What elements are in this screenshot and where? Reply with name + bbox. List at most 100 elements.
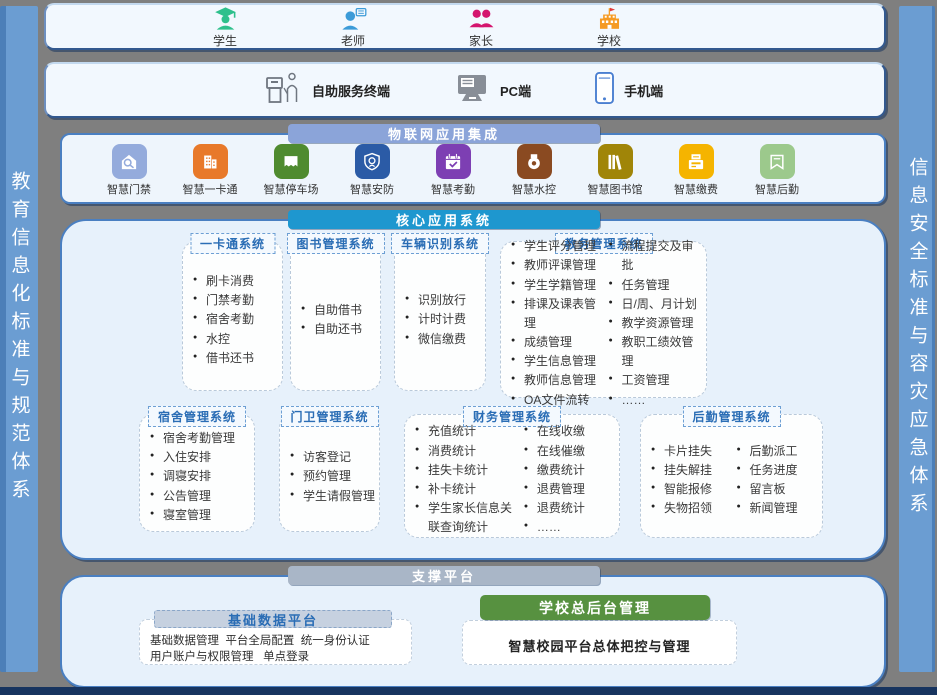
list-item: …… bbox=[524, 518, 615, 537]
system-gate-items: 访客登记预约管理学生请假管理 bbox=[290, 448, 375, 506]
list-item: 教师信息管理 bbox=[511, 371, 605, 390]
kiosk-icon bbox=[264, 70, 304, 111]
support-container: 基础数据平台 基础数据管理 平台全局配置 统一身份认证 用户账户与权限管理 单点… bbox=[60, 575, 886, 688]
system-logistics-title: 后勤管理系统 bbox=[682, 406, 780, 427]
system-library: 图书管理系统 自助借书自助还书 bbox=[290, 241, 381, 391]
user-student-label: 学生 bbox=[213, 32, 237, 49]
student-icon bbox=[212, 5, 239, 32]
iot-water-label: 智慧水控 bbox=[512, 181, 556, 197]
parents-icon bbox=[468, 5, 495, 32]
school-admin-title: 学校总后台管理 bbox=[480, 595, 710, 620]
system-gate: 门卫管理系统 访客登记预约管理学生请假管理 bbox=[279, 414, 380, 532]
list-item: 排课及课表管理 bbox=[511, 295, 605, 333]
base-platform-line-2: 用户账户与权限管理 单点登录 bbox=[150, 650, 411, 666]
list-item: 教学资源管理 bbox=[609, 314, 703, 333]
school-admin-box: 智慧校园平台总体把控与管理 bbox=[462, 620, 737, 665]
list-item: 成绩管理 bbox=[511, 333, 605, 352]
list-item: 充值统计 bbox=[415, 422, 520, 441]
list-item: 消费统计 bbox=[415, 442, 520, 461]
list-item: 教师评课管理 bbox=[511, 256, 605, 275]
water-icon bbox=[517, 144, 552, 179]
list-item: 新闻管理 bbox=[737, 499, 819, 518]
list-item: 寝室管理 bbox=[150, 506, 250, 525]
iot-security-label: 智慧安防 bbox=[350, 181, 394, 197]
system-academic-items-col2: 流程提交及审批任务管理日/周、月计划教学资源管理教职工绩效管理工资管理…… bbox=[609, 237, 703, 410]
list-item: 借书还书 bbox=[193, 349, 278, 368]
core-banner-label: 核心应用系统 bbox=[396, 210, 492, 229]
list-item: 挂失卡统计 bbox=[415, 461, 520, 480]
core-container: 一卡通系统 刷卡消费门禁考勤宿舍考勤水控借书还书 图书管理系统 自助借书自助还书… bbox=[60, 219, 886, 560]
left-standard-bar: 教育信息化标准与规范体系 bbox=[0, 6, 38, 672]
iot-payment: 智慧缴费 bbox=[659, 144, 733, 197]
iot-parking-label: 智慧停车场 bbox=[264, 181, 319, 197]
list-item: 学生家长信息关联查询统计 bbox=[415, 499, 520, 537]
list-item: 自助借书 bbox=[301, 301, 376, 320]
list-item: 在线收缴 bbox=[524, 422, 615, 441]
terminal-mobile-label: 手机端 bbox=[624, 81, 663, 100]
teacher-icon bbox=[340, 5, 367, 32]
iot-payment-label: 智慧缴费 bbox=[674, 181, 718, 197]
list-item: 挂失解挂 bbox=[651, 461, 733, 480]
user-roles-row: 学生 老师 家长 学校 bbox=[44, 3, 886, 50]
system-dorm: 宿舍管理系统 宿舍考勤管理入住安排调寝安排公告管理寝室管理 bbox=[139, 414, 255, 532]
bottom-bar bbox=[0, 687, 937, 695]
smart-campus-architecture-diagram: 教育信息化标准与规范体系 信息安全标准与容灾应急体系 学生 老师 家长 bbox=[0, 0, 937, 695]
system-library-title: 图书管理系统 bbox=[286, 233, 384, 254]
user-student: 学生 bbox=[196, 5, 254, 49]
iot-one-card: 智慧一卡通 bbox=[173, 144, 247, 197]
system-one-card-items: 刷卡消费门禁考勤宿舍考勤水控借书还书 bbox=[193, 272, 278, 368]
system-library-items: 自助借书自助还书 bbox=[301, 301, 376, 339]
list-item: 自助还书 bbox=[301, 320, 376, 339]
list-item: 识别放行 bbox=[405, 291, 481, 310]
iot-container: 智慧门禁 智慧一卡通 智慧停车场 智慧安防 智慧考勤 bbox=[60, 133, 886, 204]
phone-icon bbox=[593, 71, 616, 110]
attendance-icon bbox=[436, 144, 471, 179]
terminals-row: 自助服务终端 PC端 手机端 bbox=[44, 62, 886, 118]
system-one-card-title: 一卡通系统 bbox=[190, 233, 275, 254]
support-banner: 支撑平台 bbox=[288, 566, 600, 585]
payment-icon bbox=[679, 144, 714, 179]
system-academic: 教务管理系统 学生评分管理教师评课管理学生学籍管理排课及课表管理成绩管理学生信息… bbox=[500, 241, 707, 398]
iot-library-label: 智慧图书馆 bbox=[588, 181, 643, 197]
iot-parking: 智慧停车场 bbox=[254, 144, 328, 197]
terminal-mobile: 手机端 bbox=[593, 71, 663, 110]
iot-library: 智慧图书馆 bbox=[578, 144, 652, 197]
list-item: 学生评分管理 bbox=[511, 237, 605, 256]
list-item: 入住安排 bbox=[150, 448, 250, 467]
terminal-pc: PC端 bbox=[452, 71, 531, 110]
list-item: 计时计费 bbox=[405, 310, 481, 329]
user-school-label: 学校 bbox=[597, 32, 621, 49]
iot-logistics-label: 智慧后勤 bbox=[755, 181, 799, 197]
list-item: 宿舍考勤 bbox=[193, 310, 278, 329]
iot-attendance-label: 智慧考勤 bbox=[431, 181, 475, 197]
system-dorm-title: 宿舍管理系统 bbox=[148, 406, 246, 427]
terminal-kiosk: 自助服务终端 bbox=[264, 70, 390, 111]
list-item: 流程提交及审批 bbox=[609, 237, 703, 275]
list-item: 任务进度 bbox=[737, 461, 819, 480]
system-vehicle: 车辆识别系统 识别放行计时计费微信缴费 bbox=[394, 241, 486, 391]
list-item: 学生请假管理 bbox=[290, 487, 375, 506]
library-icon bbox=[598, 144, 633, 179]
iot-security: 智慧安防 bbox=[335, 144, 409, 197]
system-academic-items-col1: 学生评分管理教师评课管理学生学籍管理排课及课表管理成绩管理学生信息管理教师信息管… bbox=[511, 237, 605, 410]
list-item: 公告管理 bbox=[150, 487, 250, 506]
iot-banner-label: 物联网应用集成 bbox=[388, 124, 500, 143]
iot-attendance: 智慧考勤 bbox=[416, 144, 490, 197]
left-standard-label: 教育信息化标准与规范体系 bbox=[6, 171, 33, 507]
list-item: 教职工绩效管理 bbox=[609, 333, 703, 371]
base-data-platform-title: 基础数据平台 bbox=[154, 610, 392, 628]
list-item: 失物招领 bbox=[651, 499, 733, 518]
system-finance: 财务管理系统 充值统计消费统计挂失卡统计补卡统计学生家长信息关联查询统计 在线收… bbox=[404, 414, 620, 538]
list-item: 后勤派工 bbox=[737, 442, 819, 461]
terminal-pc-label: PC端 bbox=[500, 81, 531, 100]
terminal-kiosk-label: 自助服务终端 bbox=[312, 81, 390, 100]
user-teacher-label: 老师 bbox=[341, 32, 365, 49]
pc-icon bbox=[452, 71, 492, 110]
list-item: 学生学籍管理 bbox=[511, 276, 605, 295]
right-standard-bar: 信息安全标准与容灾应急体系 bbox=[899, 6, 935, 672]
list-item: 宿舍考勤管理 bbox=[150, 429, 250, 448]
system-finance-items-col2: 在线收缴在线催缴缴费统计退费管理退费统计…… bbox=[524, 422, 615, 537]
iot-logistics: 智慧后勤 bbox=[740, 144, 814, 197]
list-item: 日/周、月计划 bbox=[609, 295, 703, 314]
core-banner: 核心应用系统 bbox=[288, 210, 600, 229]
